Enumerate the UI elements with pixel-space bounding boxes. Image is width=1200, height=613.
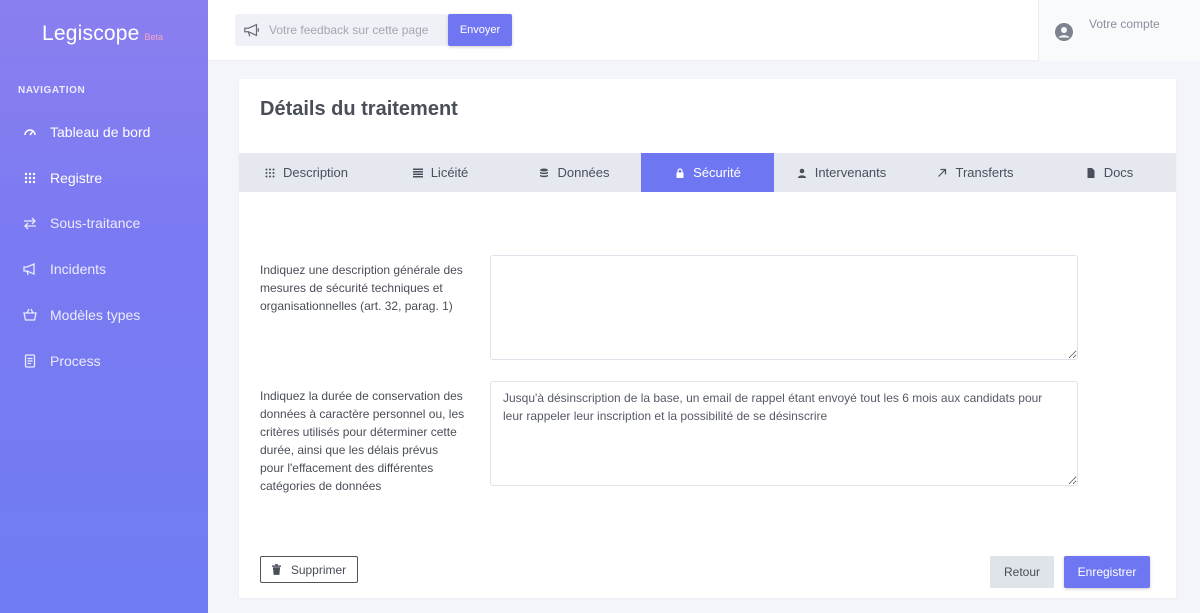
- user-icon: [796, 167, 808, 179]
- security-measures-textarea[interactable]: [490, 255, 1078, 360]
- tab-label: Intervenants: [814, 165, 887, 180]
- file-icon: [1085, 167, 1097, 179]
- tab-label: Sécurité: [693, 165, 741, 180]
- brand-logo[interactable]: Legiscope Beta: [42, 22, 163, 46]
- lock-icon: [674, 167, 686, 179]
- grid-dots-icon: [23, 171, 37, 185]
- retention-period-label: Indiquez la durée de conservation des do…: [260, 389, 465, 493]
- brand-name: Legiscope: [42, 22, 140, 45]
- sidebar-item-registre[interactable]: Registre: [0, 163, 208, 193]
- sidebar-item-tableau-de-bord[interactable]: Tableau de bord: [0, 117, 208, 147]
- megaphone-icon: [23, 262, 37, 276]
- sidebar-item-incidents[interactable]: Incidents: [0, 254, 208, 284]
- tab-description[interactable]: Description: [239, 153, 373, 192]
- megaphone-icon: [243, 20, 263, 40]
- sidebar-item-label: Process: [50, 353, 101, 369]
- sidebar-item-label: Modèles types: [50, 307, 141, 323]
- sidebar-item-modeles-types[interactable]: Modèles types: [0, 300, 208, 330]
- nav-section-title: NAVIGATION: [18, 85, 86, 96]
- tab-securite[interactable]: Sécurité: [641, 153, 774, 192]
- delete-label: Supprimer: [290, 562, 347, 577]
- retention-period-textarea[interactable]: Jusqu'à désinscription de la base, un em…: [490, 381, 1078, 486]
- tab-docs[interactable]: Docs: [1042, 153, 1176, 192]
- document-icon: [23, 354, 37, 368]
- basket-icon: [23, 308, 37, 322]
- sidebar: Legiscope Beta NAVIGATION Tableau de bor…: [0, 0, 208, 613]
- dashboard-gauge-icon: [23, 125, 37, 139]
- sidebar-item-label: Registre: [50, 170, 103, 186]
- user-circle-icon: [1055, 23, 1073, 41]
- tab-liceite[interactable]: Licéité: [373, 153, 507, 192]
- sidebar-item-label: Tableau de bord: [50, 124, 151, 140]
- exchange-arrows-icon: [23, 216, 37, 230]
- tabs-bar: Description Licéité Données Sécurité Int…: [239, 153, 1176, 192]
- sidebar-item-label: Sous-traitance: [50, 215, 141, 231]
- feedback-input[interactable]: [269, 23, 444, 37]
- account-menu[interactable]: Votre compte: [1038, 0, 1200, 61]
- brand-beta-tag: Beta: [144, 32, 164, 42]
- send-feedback-button[interactable]: Envoyer: [448, 14, 512, 46]
- sidebar-item-sous-traitance[interactable]: Sous-traitance: [0, 208, 208, 238]
- tab-label: Licéité: [430, 165, 469, 180]
- tab-label: Docs: [1103, 165, 1134, 180]
- sidebar-item-label: Incidents: [50, 261, 107, 277]
- account-label: Votre compte: [1089, 17, 1160, 31]
- tab-label: Transferts: [955, 165, 1014, 180]
- security-measures-label: Indiquez une description générale des me…: [260, 263, 463, 313]
- tab-transferts[interactable]: Transferts: [908, 153, 1042, 192]
- tab-intervenants[interactable]: Intervenants: [774, 153, 908, 192]
- tab-donnees[interactable]: Données: [507, 153, 641, 192]
- arrow-up-right-icon: [936, 167, 948, 179]
- tab-label: Données: [557, 165, 610, 180]
- list-icon: [412, 167, 424, 179]
- tab-label: Description: [282, 165, 349, 180]
- trash-icon: [271, 564, 282, 576]
- save-button[interactable]: Enregistrer: [1064, 556, 1150, 588]
- details-card: Détails du traitement Description Licéit…: [239, 79, 1176, 598]
- back-button[interactable]: Retour: [990, 556, 1054, 588]
- database-icon: [538, 167, 550, 179]
- feedback-box: [235, 14, 448, 46]
- page-title: Détails du traitement: [260, 98, 458, 120]
- delete-button[interactable]: Supprimer: [260, 556, 358, 583]
- sidebar-item-process[interactable]: Process: [0, 346, 208, 376]
- topbar: Envoyer Votre compte: [208, 0, 1200, 61]
- grid-dots-icon: [264, 167, 276, 179]
